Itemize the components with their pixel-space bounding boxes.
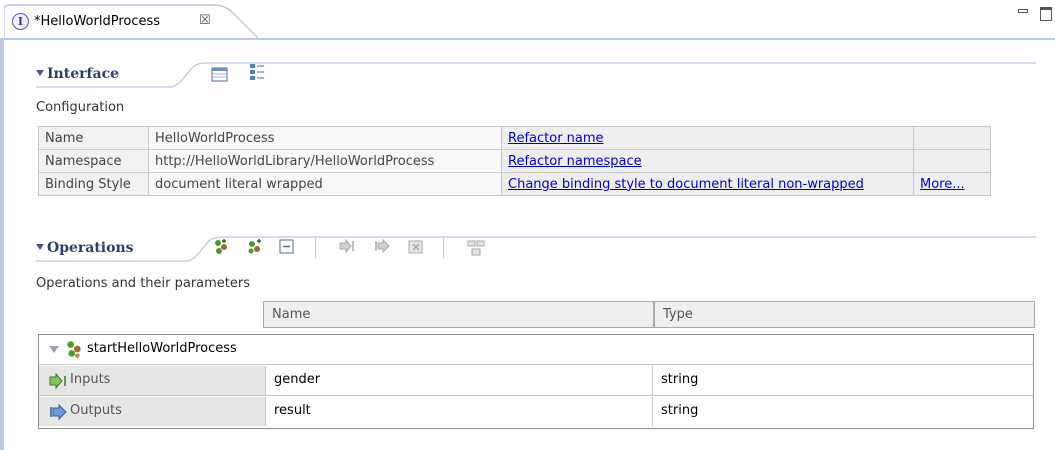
- toolbar-separator: [315, 238, 316, 258]
- inputs-label: Inputs: [70, 372, 111, 387]
- tree-view-icon[interactable]: [248, 63, 266, 81]
- output-name-cell[interactable]: result: [265, 397, 652, 426]
- delete-icon[interactable]: [407, 238, 425, 256]
- add-input-icon[interactable]: [338, 238, 356, 256]
- interface-icon: I: [12, 13, 29, 30]
- operation-row[interactable]: startHelloWorldProcess: [39, 335, 1033, 365]
- config-label: Namespace: [38, 149, 149, 173]
- editor-left-border: [0, 40, 4, 450]
- inputs-label-cell: Inputs: [39, 366, 265, 395]
- more-link[interactable]: More...: [920, 177, 965, 192]
- add-request-response-operation-icon[interactable]: [212, 238, 230, 256]
- minimize-icon[interactable]: [1018, 9, 1028, 13]
- configuration-label: Configuration: [36, 100, 125, 115]
- config-label: Binding Style: [38, 172, 149, 196]
- config-value: http://HelloWorldLibrary/HelloWorldProce…: [148, 149, 502, 173]
- outputs-label-cell: Outputs: [39, 397, 265, 426]
- change-binding-style-link[interactable]: Change binding style to document literal…: [508, 177, 864, 192]
- toolbar-separator: [443, 238, 444, 258]
- tab-title: *HelloWorldProcess: [34, 14, 161, 29]
- output-arrow-icon: [50, 404, 67, 420]
- tab-bar-divider: [0, 38, 1055, 40]
- operation-name: startHelloWorldProcess: [87, 341, 237, 356]
- outputs-row[interactable]: Outputs result string: [39, 397, 1033, 427]
- editor-tab-bar: I *HelloWorldProcess ☒: [0, 0, 1055, 40]
- refactor-name-link[interactable]: Refactor name: [508, 131, 604, 146]
- expand-triangle-icon[interactable]: [49, 346, 59, 354]
- outputs-label: Outputs: [70, 403, 122, 418]
- config-row-binding-style: Binding Style document literal wrapped C…: [38, 172, 991, 196]
- refactor-namespace-link[interactable]: Refactor namespace: [508, 154, 642, 169]
- config-row-namespace: Namespace http://HelloWorldLibrary/Hello…: [38, 149, 991, 173]
- section-header-line: [36, 62, 1036, 88]
- input-name-cell[interactable]: gender: [265, 366, 652, 395]
- operation-icon: [67, 341, 81, 358]
- input-type-cell[interactable]: string: [652, 366, 1033, 395]
- config-value: HelloWorldProcess: [148, 126, 502, 150]
- column-header-name[interactable]: Name: [263, 301, 654, 328]
- add-fault-icon[interactable]: [278, 238, 296, 256]
- show-in-graphical-view-icon[interactable]: [467, 239, 485, 257]
- section-header-line: [36, 236, 1036, 262]
- column-header-type[interactable]: Type: [654, 301, 1035, 328]
- output-type-cell[interactable]: string: [652, 397, 1033, 426]
- config-row-name: Name HelloWorldProcess Refactor name: [38, 126, 991, 150]
- input-arrow-icon: [49, 373, 66, 389]
- editor-tab[interactable]: I *HelloWorldProcess ☒: [4, 4, 259, 40]
- add-output-icon[interactable]: [373, 238, 391, 256]
- operations-description: Operations and their parameters: [36, 276, 251, 291]
- close-icon[interactable]: ☒: [199, 13, 211, 28]
- config-value: document literal wrapped: [148, 172, 502, 196]
- maximize-icon[interactable]: [1040, 7, 1052, 21]
- configuration-table: Name HelloWorldProcess Refactor name Nam…: [38, 126, 991, 196]
- table-view-icon[interactable]: [211, 66, 229, 84]
- operations-table: startHelloWorldProcess Inputs gender str…: [38, 334, 1034, 429]
- inputs-row[interactable]: Inputs gender string: [39, 366, 1033, 396]
- add-one-way-operation-icon[interactable]: [246, 238, 264, 256]
- config-label: Name: [38, 126, 149, 150]
